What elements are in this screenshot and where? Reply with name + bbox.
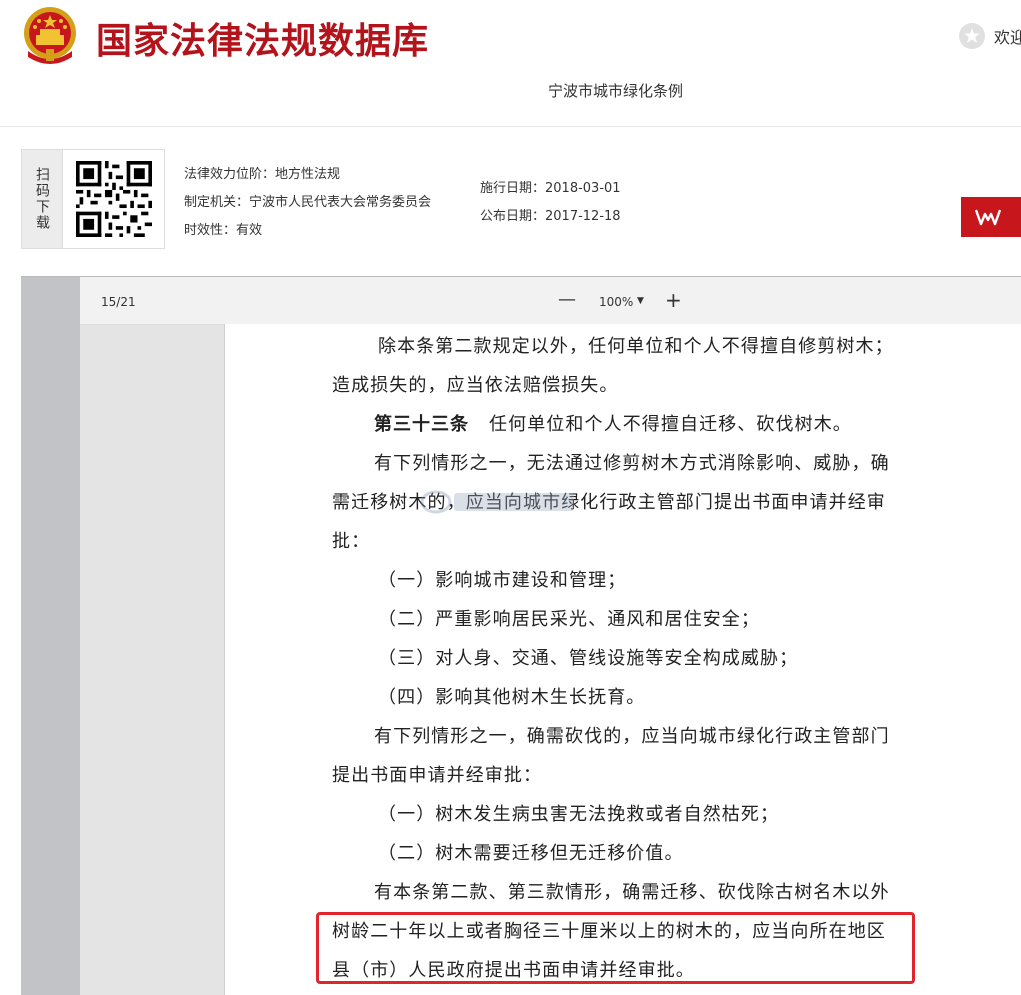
doc-line: 有下列情形之一，确需砍伐的，应当向城市绿化行政主管部门: [374, 726, 890, 747]
watermark-logo: [420, 487, 600, 521]
site-title: 国家法律法规数据库: [96, 21, 430, 62]
welcome-text: 欢迎: [994, 28, 1021, 47]
doc-line: （一）树木发生病虫害无法挽救或者自然枯死；: [378, 804, 780, 825]
wps-download-button[interactable]: [961, 197, 1021, 237]
doc-line: 批：: [332, 531, 371, 552]
user-avatar-icon[interactable]: [958, 22, 986, 50]
doc-line: 造成损失的，应当依法赔偿损失。: [332, 375, 619, 396]
doc-line: 除本条第二款规定以外，任何单位和个人不得擅自修剪树木；: [378, 336, 894, 357]
welcome-area[interactable]: 欢迎: [958, 22, 1021, 50]
national-emblem-icon: [22, 5, 78, 65]
qr-code-icon: [75, 161, 152, 237]
doc-line: （二）树木需要迁移但无迁移价值。: [378, 843, 684, 864]
document-viewer: 15/21 — 100% ▼ + 除本条第二款规定以外，任何单位和个人不得擅自修…: [21, 276, 1021, 995]
zoom-in-button[interactable]: +: [665, 288, 682, 312]
doc-line: （四）影响其他树木生长抚育。: [378, 687, 646, 708]
doc-line: （三）对人身、交通、管线设施等安全构成威胁；: [378, 648, 799, 669]
scan-download-label: 扫码下载: [34, 167, 50, 231]
issuing-body: 制定机关：宁波市人民代表大会常务委员会: [184, 195, 432, 210]
qr-code[interactable]: [62, 149, 165, 249]
site-header: 国家法律法规数据库 欢迎 宁波市城市绿化条例: [0, 0, 1021, 127]
doc-line: 需迁移树木的，应当向城市绿化行政主管部门提出书面申请并经审: [332, 492, 886, 513]
document-title: 宁波市城市绿化条例: [548, 82, 684, 100]
scan-download-label-box: 扫码下载: [21, 149, 63, 249]
doc-line: 有本条第二款、第三款情形，确需迁移、砍伐除古树名木以外: [374, 882, 890, 903]
doc-line: （一）影响城市建设和管理；: [378, 570, 627, 591]
zoom-out-button[interactable]: —: [558, 289, 576, 310]
doc-line: 有下列情形之一，无法通过修剪树木方式消除影响、威胁，确: [374, 453, 890, 474]
effect-level: 法律效力位阶：地方性法规: [184, 167, 341, 182]
validity-status: 时效性：有效: [184, 223, 263, 238]
article-number: 第三十三条: [374, 414, 469, 435]
viewer-sidebar: [21, 277, 80, 995]
wps-logo-icon: [975, 209, 1001, 226]
article-text: 任何单位和个人不得擅自迁移、砍伐树木。: [489, 414, 852, 435]
highlight-box: [316, 912, 915, 984]
doc-line: 提出书面申请并经审批：: [332, 765, 543, 786]
doc-line: （二）严重影响居民采光、通风和居住安全；: [378, 609, 760, 630]
publish-date: 公布日期：2017-12-18: [480, 209, 621, 224]
effective-date: 施行日期：2018-03-01: [480, 181, 621, 196]
zoom-level[interactable]: 100%: [599, 295, 633, 309]
viewer-toolbar: 15/21 — 100% ▼ +: [80, 277, 1021, 325]
document-page: 除本条第二款规定以外，任何单位和个人不得擅自修剪树木； 造成损失的，应当依法赔偿…: [224, 324, 1021, 995]
zoom-dropdown-caret-icon[interactable]: ▼: [637, 296, 644, 306]
page-indicator: 15/21: [101, 295, 136, 309]
viewer-panel: 15/21 — 100% ▼ + 除本条第二款规定以外，任何单位和个人不得擅自修…: [80, 277, 1021, 995]
doc-line: 第三十三条 任何单位和个人不得擅自迁移、砍伐树木。: [374, 410, 852, 436]
